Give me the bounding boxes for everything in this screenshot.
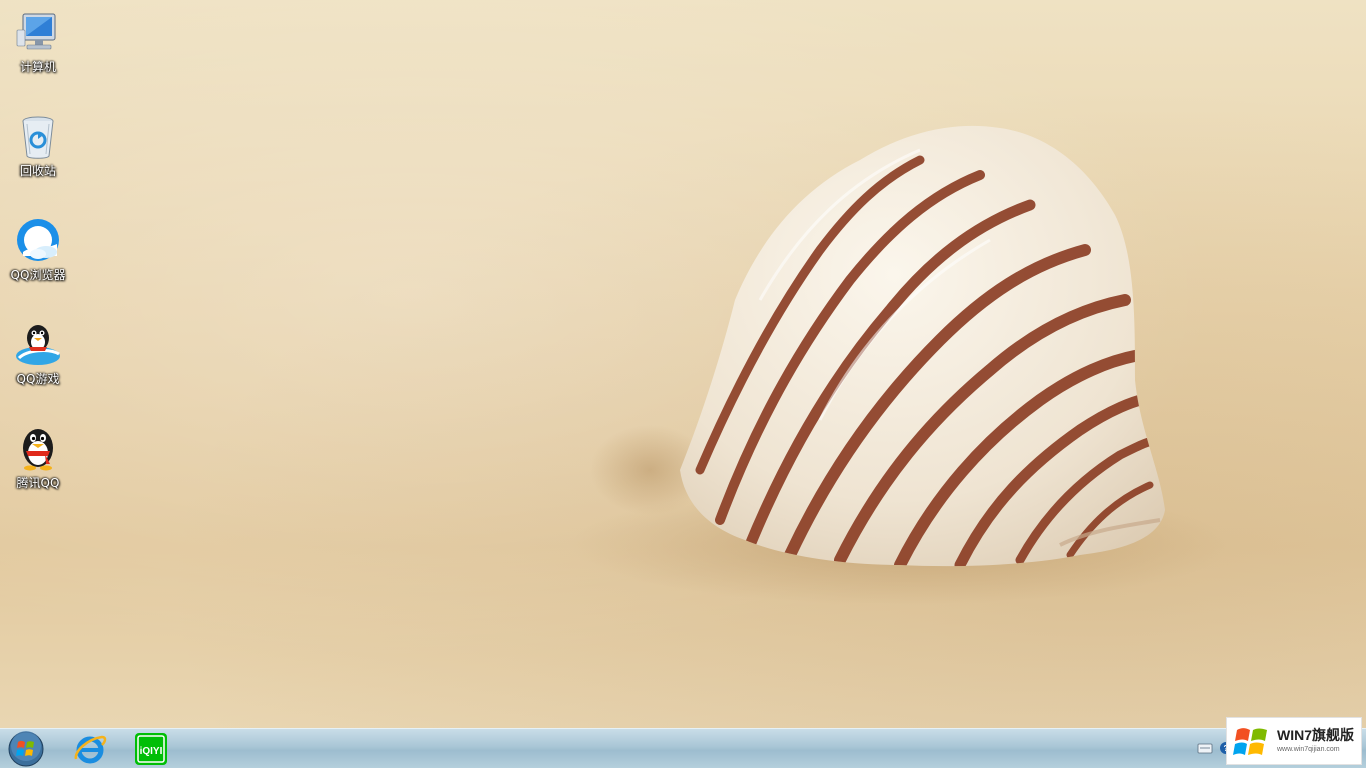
watermark-title: WIN7旗舰版 bbox=[1277, 727, 1354, 743]
desktop-icon-qq-game[interactable]: QQ游戏 bbox=[2, 320, 74, 412]
computer-icon bbox=[16, 13, 56, 50]
iqiyi-icon: iQIYI bbox=[135, 733, 167, 765]
internet-explorer-icon bbox=[74, 735, 107, 764]
start-button[interactable] bbox=[6, 730, 46, 768]
iqiyi-label: iQIYI bbox=[140, 746, 163, 757]
taskbar-iqiyi[interactable]: iQIYI bbox=[133, 731, 169, 767]
taskbar-internet-explorer[interactable] bbox=[72, 731, 108, 767]
qq-browser-icon bbox=[17, 219, 59, 261]
desktop-icon-label: 腾讯QQ bbox=[16, 476, 60, 490]
desktop: 计算机 回收站 QQ浏览器 QQ游戏 腾讯QQ bbox=[0, 0, 1366, 728]
tencent-qq-icon bbox=[23, 429, 53, 471]
recycle-bin-icon bbox=[22, 116, 54, 159]
taskbar: iQIYI ? bbox=[0, 728, 1366, 768]
desktop-icon-label: 计算机 bbox=[19, 60, 56, 74]
desktop-icon-label: QQ浏览器 bbox=[10, 268, 66, 282]
desktop-icon-computer[interactable]: 计算机 bbox=[2, 8, 74, 100]
windows-logo-icon bbox=[8, 731, 44, 767]
desktop-icon-recycle-bin[interactable]: 回收站 bbox=[2, 112, 74, 204]
qq-game-icon bbox=[16, 325, 60, 365]
watermark-badge: WIN7旗舰版 www.win7qijian.com bbox=[1226, 717, 1362, 765]
desktop-icon-label: QQ游戏 bbox=[16, 372, 60, 386]
desktop-icon-tencent-qq[interactable]: 腾讯QQ bbox=[2, 424, 74, 516]
desktop-icon-qq-browser[interactable]: QQ浏览器 bbox=[2, 216, 74, 308]
desktop-icon-label: 回收站 bbox=[19, 164, 56, 178]
keyboard-icon[interactable] bbox=[1197, 743, 1213, 754]
wallpaper-seashell bbox=[570, 125, 1230, 605]
windows-flag-icon bbox=[1233, 728, 1267, 755]
watermark-url: www.win7qijian.com bbox=[1277, 746, 1340, 753]
